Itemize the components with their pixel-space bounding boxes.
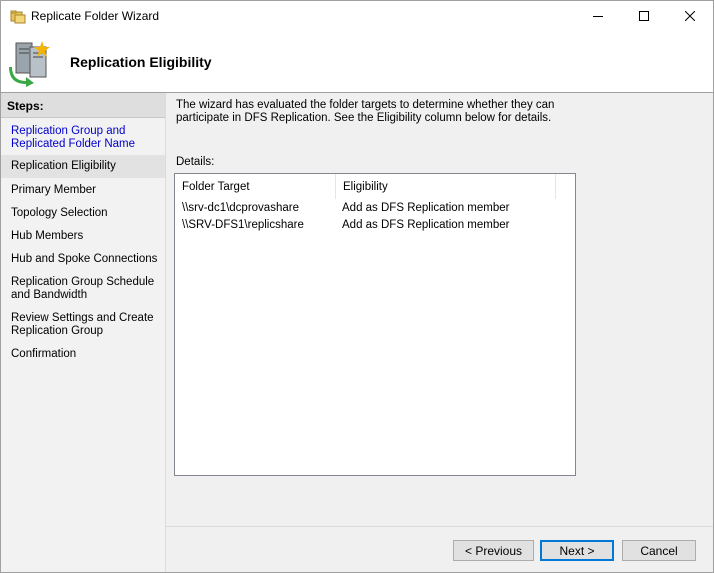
eligibility-cell: Add as DFS Replication member [342, 202, 510, 214]
eligibility-cell: Add as DFS Replication member [342, 219, 510, 231]
list-header: Folder Target Eligibility [175, 174, 575, 199]
description-text: The wizard has evaluated the folder targ… [176, 99, 555, 124]
previous-button[interactable]: < Previous [453, 540, 534, 561]
replicate-folder-app-icon [10, 8, 26, 24]
step-replication-eligibility: Replication Eligibility [1, 155, 165, 178]
wizard-window: Replicate Folder Wizard Replication Elig… [0, 0, 714, 573]
step-confirmation: Confirmation [11, 348, 77, 360]
step-hub-spoke-connections: Hub and Spoke Connections [11, 253, 158, 265]
step-primary-member: Primary Member [11, 184, 96, 196]
column-header-eligibility[interactable]: Eligibility [336, 174, 556, 199]
page-title: Replication Eligibility [70, 54, 212, 70]
column-header-label: Eligibility [343, 181, 388, 193]
close-button[interactable] [667, 1, 713, 31]
step-review-settings: Review Settings and Create Replication G… [11, 312, 154, 337]
table-row[interactable]: \\srv-dc1\dcprovashare Add as DFS Replic… [175, 200, 575, 217]
next-button[interactable]: Next > [540, 540, 614, 561]
minimize-button[interactable] [575, 1, 621, 31]
footer-divider [166, 526, 713, 527]
table-row[interactable]: \\SRV-DFS1\replicshare Add as DFS Replic… [175, 217, 575, 234]
column-header-label: Folder Target [182, 181, 250, 193]
dfs-replication-icon [8, 37, 58, 87]
folder-target-cell: \\srv-dc1\dcprovashare [182, 202, 299, 214]
title-bar[interactable]: Replicate Folder Wizard [1, 1, 713, 31]
wizard-header: Replication Eligibility [1, 31, 713, 92]
steps-heading-label: Steps: [7, 99, 44, 113]
minimize-icon [593, 16, 603, 17]
cancel-button[interactable]: Cancel [622, 540, 696, 561]
maximize-icon [639, 11, 649, 21]
details-label: Details: [176, 156, 215, 168]
step-topology-selection: Topology Selection [11, 207, 108, 219]
step-hub-members: Hub Members [11, 230, 84, 242]
step-schedule-bandwidth: Replication Group Schedule and Bandwidth [11, 276, 155, 301]
steps-pane: Steps: Replication Group and Replicated … [1, 93, 166, 572]
column-header-folder-target[interactable]: Folder Target [175, 174, 336, 199]
folder-target-cell: \\SRV-DFS1\replicshare [182, 219, 304, 231]
step-replication-group-name[interactable]: Replication Group and Replicated Folder … [1, 125, 165, 151]
maximize-button[interactable] [621, 1, 667, 31]
main-content: The wizard has evaluated the folder targ… [166, 93, 713, 572]
window-title: Replicate Folder Wizard [31, 9, 160, 23]
details-list[interactable]: Folder Target Eligibility \\srv-dc1\dcpr… [174, 173, 576, 476]
steps-heading: Steps: [1, 93, 165, 118]
close-icon [685, 11, 695, 21]
